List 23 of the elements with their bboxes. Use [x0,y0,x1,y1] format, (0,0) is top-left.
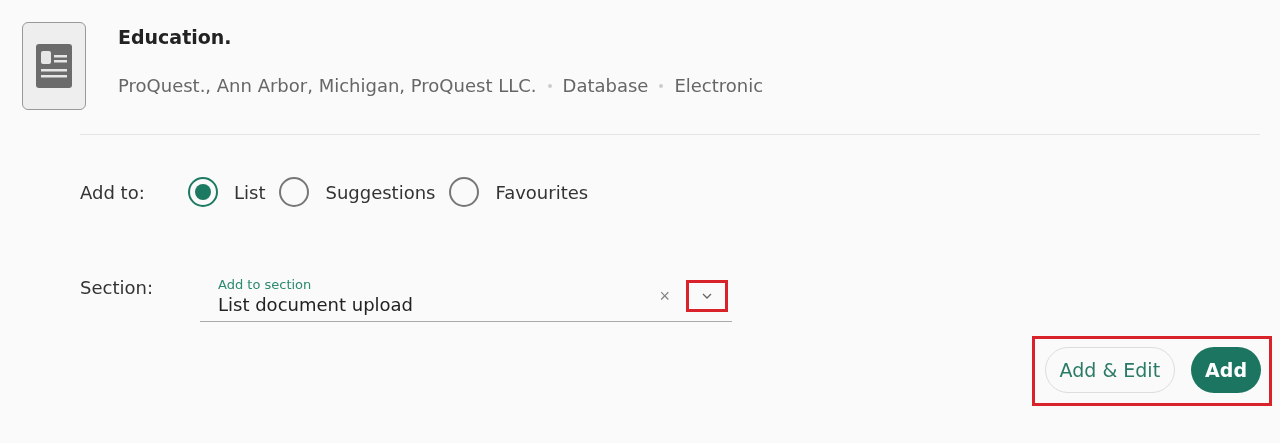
add-button[interactable]: Add [1191,347,1261,393]
radio-button[interactable] [279,177,310,207]
separator-dot [659,83,664,88]
clear-button[interactable]: × [659,285,670,307]
section-label: Section: [80,276,154,300]
add-edit-button[interactable]: Add & Edit [1044,347,1176,393]
add-to-label: Add to: [80,181,146,203]
item-title: Education. [118,26,233,48]
separator-dot [547,83,552,88]
caret-icon [702,293,712,299]
radio-button[interactable] [188,177,218,207]
document-icon [36,44,72,88]
item-meta: ProQuest., Ann Arbor, Michigan, ProQuest LLC. [118,75,537,96]
radio-label[interactable]: Suggestions [325,181,436,203]
radio-button[interactable] [449,177,480,207]
section-select-field[interactable]: Add to section List document upload × [200,265,732,322]
item-meta: Database [562,75,649,96]
radio-label[interactable]: List [234,181,266,203]
item-meta: Electronic [674,75,764,96]
dropdown-button[interactable] [686,280,728,312]
field-value: List document upload [218,294,415,315]
radio-label[interactable]: Favourites [495,181,589,203]
field-label: Add to section [218,277,313,292]
